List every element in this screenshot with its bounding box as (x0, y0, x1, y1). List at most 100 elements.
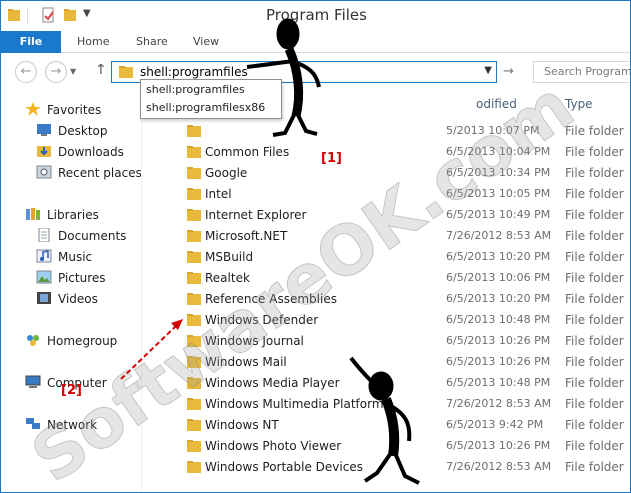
music-icon (36, 249, 52, 263)
file-date: 7/26/2012 8:53 AM (446, 397, 552, 410)
folder-icon (187, 314, 201, 326)
file-date: 6/5/2013 10:49 PM (446, 208, 551, 221)
sidebar-item-videos[interactable]: Videos (36, 290, 98, 308)
table-row[interactable]: Windows Mail 6/5/2013 10:26 PM File folder (142, 352, 630, 373)
file-name: MSBuild (205, 250, 254, 264)
file-name: Windows Multimedia Platform (205, 397, 384, 411)
sidebar-item-favorites[interactable]: Favorites (25, 101, 101, 119)
table-row[interactable]: Windows Media Player 6/5/2013 10:48 PM Fil… (142, 373, 630, 394)
recent-locations-icon[interactable]: ▼ (70, 67, 76, 76)
table-row[interactable]: Google 6/5/2013 10:34 PM File folder (142, 163, 630, 184)
file-type: File folder (565, 124, 624, 138)
file-type: File folder (565, 292, 624, 306)
explorer-window: ▼ Program Files File Home Share View ← →… (0, 0, 631, 493)
file-type: File folder (565, 250, 624, 264)
column-header-date-modified[interactable]: odified (476, 97, 517, 111)
autocomplete-item[interactable]: shell:programfilesx86 (146, 101, 265, 114)
sidebar-item-documents[interactable]: Documents (36, 227, 126, 245)
file-name: Realtek (205, 271, 250, 285)
file-name: Windows NT (205, 418, 279, 432)
table-row[interactable]: Windows Defender 6/5/2013 10:48 PM File fo… (142, 310, 630, 331)
sidebar-item-desktop[interactable]: Desktop (36, 122, 108, 140)
file-type: File folder (565, 313, 624, 327)
address-input[interactable]: shell:programfiles (140, 65, 248, 79)
table-row[interactable]: Windows NT 6/5/2013 9:42 PM File folder (142, 415, 630, 436)
file-date: 6/5/2013 10:26 PM (446, 355, 551, 368)
table-row[interactable]: 5/2013 10:07 PM File folder (142, 121, 630, 142)
file-type: File folder (565, 334, 624, 348)
file-type: File folder (565, 166, 624, 180)
folder-icon (187, 209, 201, 221)
sidebar-item-label: Favorites (47, 103, 102, 117)
column-header-type[interactable]: Type (565, 97, 593, 111)
tab-share[interactable]: Share (136, 31, 168, 53)
ribbon: File Home Share View (1, 31, 630, 53)
table-row[interactable]: Microsoft.NET 7/26/2012 8:53 AM File folde… (142, 226, 630, 247)
file-name: Reference Assemblies (205, 292, 337, 306)
homegroup-icon (27, 335, 39, 346)
table-row[interactable]: Intel 6/5/2013 10:05 PM File folder (142, 184, 630, 205)
go-button[interactable]: → (503, 64, 514, 79)
navigation-pane: Favorites Desktop Downloads Recent place… (1, 93, 142, 492)
file-type: File folder (565, 439, 624, 453)
folder-icon (187, 230, 201, 242)
sidebar-item-network[interactable]: Network (25, 416, 97, 434)
table-row[interactable]: MSBuild 6/5/2013 10:20 PM File folder (142, 247, 630, 268)
file-type: File folder (565, 145, 624, 159)
forward-button[interactable]: → (45, 61, 67, 83)
annotation-label: [2] (61, 383, 82, 398)
file-date: 6/5/2013 10:48 PM (446, 313, 551, 326)
sidebar-item-downloads[interactable]: Downloads (36, 143, 124, 161)
file-name: Windows Defender (205, 313, 319, 327)
navigation-bar: ← → ▼ ↑ shell:programfiles ▼ → Search Pr… (1, 53, 630, 91)
folder-icon (187, 419, 201, 431)
folder-icon (187, 293, 201, 305)
file-name: Windows Photo Viewer (205, 439, 342, 453)
pictures-icon (36, 270, 52, 284)
file-name: Windows Media Player (205, 376, 340, 390)
sidebar-item-music[interactable]: Music (36, 248, 92, 266)
file-date: 6/5/2013 10:04 PM (446, 145, 551, 158)
file-type: File folder (565, 229, 624, 243)
table-row[interactable]: Windows Journal 6/5/2013 10:26 PM File fol… (142, 331, 630, 352)
file-type: File folder (565, 355, 624, 369)
file-type: File folder (565, 187, 624, 201)
table-row[interactable]: Windows Multimedia Platform 7/26/2012 8:5… (142, 394, 630, 415)
sidebar-item-label: Music (58, 250, 93, 264)
table-row[interactable]: Realtek 6/5/2013 10:06 PM File folder (142, 268, 630, 289)
up-button[interactable]: ↑ (95, 62, 107, 78)
file-date: 6/5/2013 9:42 PM (446, 418, 544, 431)
sidebar-item-pictures[interactable]: Pictures (36, 269, 106, 287)
search-box[interactable]: Search Program (533, 61, 630, 83)
tab-home[interactable]: Home (77, 31, 109, 53)
sidebar-item-label: Libraries (47, 208, 99, 222)
tab-file[interactable]: File (1, 31, 61, 53)
table-row[interactable]: Windows Photo Viewer 6/5/2013 10:26 PM Fil… (142, 436, 630, 457)
folder-icon (187, 398, 201, 410)
table-row[interactable]: Internet Explorer 6/5/2013 10:49 PM File f… (142, 205, 630, 226)
back-button[interactable]: ← (15, 61, 37, 83)
table-row[interactable]: Common Files 6/5/2013 10:04 PM File folder (142, 142, 630, 163)
folder-icon (187, 335, 201, 347)
file-type: File folder (565, 208, 624, 222)
documents-icon (38, 228, 50, 242)
file-date: 6/5/2013 10:20 PM (446, 250, 551, 263)
folder-icon (187, 167, 201, 179)
table-row[interactable]: Reference Assemblies 6/5/2013 10:20 PM Fil… (142, 289, 630, 310)
sidebar-item-homegroup[interactable]: Homegroup (25, 332, 117, 350)
sidebar-item-recent-places[interactable]: Recent places (36, 164, 142, 182)
folder-icon (187, 356, 201, 368)
search-input[interactable]: Search Program (544, 65, 630, 78)
downloads-icon (37, 146, 51, 157)
sidebar-item-libraries[interactable]: Libraries (25, 206, 99, 224)
folder-icon (187, 377, 201, 389)
table-row[interactable]: Windows Portable Devices 7/26/2012 8:53 A… (142, 457, 630, 478)
autocomplete-item[interactable]: shell:programfiles (146, 83, 245, 96)
folder-icon (187, 440, 201, 452)
folder-icon (187, 272, 201, 284)
file-list: odified Type 5/2013 10:07 PM File folder C… (142, 93, 630, 492)
chevron-down-icon[interactable]: ▼ (484, 65, 492, 76)
sidebar-item-label: Desktop (58, 124, 108, 138)
file-date: 6/5/2013 10:34 PM (446, 166, 551, 179)
tab-view[interactable]: View (193, 31, 219, 53)
